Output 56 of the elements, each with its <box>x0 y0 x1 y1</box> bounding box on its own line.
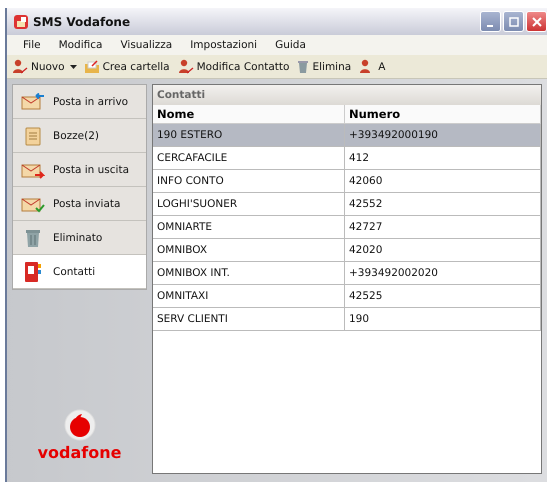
minimize-button[interactable] <box>480 11 501 32</box>
table-cell[interactable]: 412 <box>344 146 540 170</box>
table-cell[interactable]: 42020 <box>344 238 540 262</box>
maximize-icon <box>508 16 518 26</box>
table-cell[interactable]: OMNIARTE <box>153 216 344 238</box>
contact-button[interactable]: A <box>358 58 386 75</box>
address-book-icon <box>24 260 42 282</box>
column-header[interactable]: Numero <box>344 105 540 124</box>
menu-item[interactable]: Visualizza <box>120 39 172 51</box>
table-cell[interactable]: LOGHI'SUONER <box>153 192 344 216</box>
close-icon <box>532 16 542 26</box>
window-title: SMS Vodafone <box>33 14 130 28</box>
table-cell[interactable]: 42060 <box>344 170 540 192</box>
maximize-button[interactable] <box>503 11 524 32</box>
logo-text: vodafone <box>36 443 122 464</box>
table-cell[interactable]: +393492002020 <box>344 262 540 284</box>
sidebar-item[interactable]: Posta in uscita <box>13 153 146 187</box>
trash-icon <box>297 59 310 74</box>
sidebar-item[interactable]: Posta in arrivo <box>13 85 146 119</box>
envelope-in-icon <box>21 92 45 110</box>
trash-icon <box>25 228 41 248</box>
table-cell[interactable]: OMNIBOX <box>153 238 344 262</box>
table-cell[interactable]: 190 ESTERO <box>153 124 344 146</box>
table-cell[interactable]: 42525 <box>344 284 540 308</box>
folder-icon <box>84 60 100 74</box>
table-cell[interactable]: 190 <box>344 308 540 330</box>
menu-item[interactable]: Modifica <box>58 39 102 51</box>
table-cell[interactable]: 42552 <box>344 192 540 216</box>
sidebar-item[interactable]: Posta inviata <box>13 187 146 221</box>
delete-button[interactable]: Elimina <box>296 58 352 75</box>
table-cell[interactable]: +393492000190 <box>344 124 540 146</box>
new-button[interactable]: Nuovo <box>11 58 66 75</box>
logo-icon <box>64 409 96 442</box>
table-cell[interactable]: SERV CLIENTI <box>153 308 344 330</box>
column-header[interactable]: Nome <box>153 105 344 124</box>
dropdown-arrow-icon[interactable] <box>70 64 77 68</box>
menu-item[interactable]: Impostazioni <box>190 39 258 51</box>
person-pen-icon <box>12 59 28 74</box>
edit-contact-button[interactable]: Modifica Contatto <box>176 58 290 75</box>
table-cell[interactable]: 42727 <box>344 216 540 238</box>
menu-item[interactable]: File <box>23 39 41 51</box>
minimize-icon <box>486 24 492 26</box>
menu-item[interactable]: Guida <box>275 39 306 51</box>
create-folder-button[interactable]: Crea cartella <box>82 58 171 74</box>
sidebar-item[interactable]: Bozze(2) <box>13 119 146 153</box>
table-cell[interactable]: CERCAFACILE <box>153 146 344 170</box>
table-cell[interactable]: INFO CONTO <box>153 170 344 192</box>
table-cell[interactable]: OMNIBOX INT. <box>153 262 344 284</box>
panel-title: Contatti <box>153 85 541 105</box>
close-button[interactable] <box>526 11 547 32</box>
sidebar-item[interactable]: Contatti <box>13 255 146 289</box>
notepad-icon <box>25 126 41 146</box>
person-pen-icon <box>178 59 194 74</box>
app-icon <box>13 14 29 30</box>
table-cell[interactable]: OMNITAXI <box>153 284 344 308</box>
sidebar-item[interactable]: Eliminato <box>13 221 146 255</box>
